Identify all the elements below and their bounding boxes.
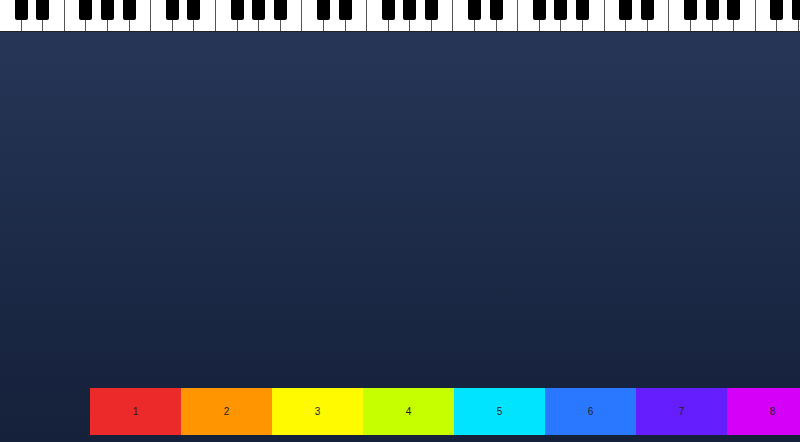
- black-key[interactable]: [252, 0, 265, 20]
- box-label: 3: [315, 406, 321, 417]
- black-key[interactable]: [684, 0, 697, 20]
- color-box[interactable]: 7: [636, 388, 727, 435]
- black-key[interactable]: [554, 0, 567, 20]
- white-key[interactable]: [65, 0, 87, 31]
- black-key[interactable]: [533, 0, 546, 20]
- color-box[interactable]: 1: [90, 388, 181, 435]
- black-key[interactable]: [490, 0, 503, 20]
- black-key[interactable]: [79, 0, 92, 20]
- black-key[interactable]: [231, 0, 244, 20]
- black-key[interactable]: [792, 0, 800, 20]
- black-key[interactable]: [468, 0, 481, 20]
- white-key[interactable]: [367, 0, 389, 31]
- black-key[interactable]: [187, 0, 200, 20]
- white-key[interactable]: [151, 0, 173, 31]
- black-key[interactable]: [619, 0, 632, 20]
- black-key[interactable]: [770, 0, 783, 20]
- black-key[interactable]: [706, 0, 719, 20]
- black-key[interactable]: [15, 0, 28, 20]
- box-label: 8: [770, 406, 776, 417]
- white-key[interactable]: [0, 0, 22, 31]
- black-key[interactable]: [274, 0, 287, 20]
- black-key[interactable]: [403, 0, 416, 20]
- black-key[interactable]: [641, 0, 654, 20]
- box-label: 6: [588, 406, 594, 417]
- white-key[interactable]: [302, 0, 324, 31]
- box-label: 7: [679, 406, 685, 417]
- black-key[interactable]: [317, 0, 330, 20]
- color-box[interactable]: 2: [181, 388, 272, 435]
- color-box[interactable]: 5: [454, 388, 545, 435]
- piano-keyboard[interactable]: [0, 0, 800, 32]
- color-bar: 1 2 3 4 5 6 7 8: [90, 388, 800, 435]
- white-key[interactable]: [518, 0, 540, 31]
- black-key[interactable]: [166, 0, 179, 20]
- color-box[interactable]: 4: [363, 388, 454, 435]
- white-key[interactable]: [756, 0, 778, 31]
- color-box[interactable]: 6: [545, 388, 636, 435]
- black-key[interactable]: [123, 0, 136, 20]
- black-key[interactable]: [425, 0, 438, 20]
- white-key[interactable]: [216, 0, 238, 31]
- box-label: 5: [497, 406, 503, 417]
- white-key[interactable]: [669, 0, 691, 31]
- color-box[interactable]: 8: [727, 388, 800, 435]
- black-key[interactable]: [727, 0, 740, 20]
- black-key[interactable]: [339, 0, 352, 20]
- box-label: 2: [224, 406, 230, 417]
- white-key[interactable]: [453, 0, 475, 31]
- box-label: 1: [133, 406, 139, 417]
- black-key[interactable]: [382, 0, 395, 20]
- black-key[interactable]: [576, 0, 589, 20]
- white-key[interactable]: [605, 0, 627, 31]
- color-box[interactable]: 3: [272, 388, 363, 435]
- black-key[interactable]: [101, 0, 114, 20]
- box-label: 4: [406, 406, 412, 417]
- stage: 1 2 3 4 5 6 7 8: [0, 32, 800, 442]
- black-key[interactable]: [36, 0, 49, 20]
